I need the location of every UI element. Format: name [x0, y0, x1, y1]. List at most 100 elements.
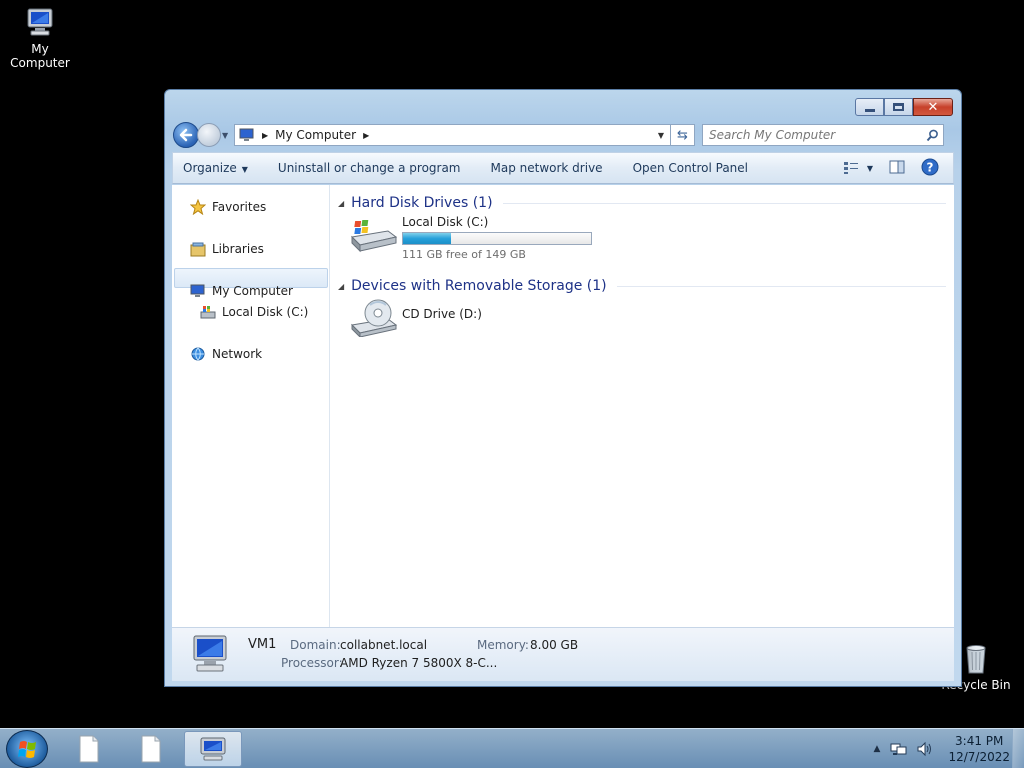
preview-pane-button[interactable]	[889, 160, 905, 177]
breadcrumb-separator-icon[interactable]: ▶	[262, 131, 268, 140]
hard-drive-icon	[350, 220, 398, 253]
navigation-pane: Favorites Libraries My Computer Local Di…	[172, 185, 330, 627]
nav-my-computer-label: My Computer	[212, 284, 293, 298]
close-button[interactable]: ✕	[913, 98, 953, 116]
drive-free-space: 111 GB free of 149 GB	[402, 248, 526, 261]
recycle-bin-icon	[959, 642, 993, 676]
refresh-button[interactable]: ⇆	[671, 124, 695, 146]
back-arrow-icon	[179, 128, 193, 142]
memory-label: Memory:	[477, 638, 529, 652]
taskbar-explorer-window[interactable]	[184, 731, 242, 767]
navigation-bar: ▼ ▶ My Computer ▶ ▼ ⇆	[173, 122, 955, 148]
drive-item-local-disk[interactable]: Local Disk (C:) 111 GB free of 149 GB	[348, 215, 592, 261]
group-header-hard-disk-drives[interactable]: ◢ Hard Disk Drives (1)	[338, 195, 946, 211]
document-icon	[79, 735, 99, 763]
processor-value: AMD Ryzen 7 5800X 8-C...	[340, 656, 498, 670]
nav-local-disk[interactable]: Local Disk (C:)	[200, 304, 308, 320]
recent-pages-dropdown[interactable]: ▼	[222, 131, 232, 140]
computer-icon	[200, 737, 226, 761]
memory-value: 8.00 GB	[530, 638, 579, 652]
nav-my-computer[interactable]: My Computer	[190, 283, 293, 299]
windows-logo-icon	[18, 741, 36, 758]
group-divider	[616, 285, 946, 287]
nav-favorites-label: Favorites	[212, 200, 267, 214]
desktop-icon-label: My Computer	[10, 42, 70, 70]
local-disk-icon	[200, 306, 216, 319]
organize-button[interactable]: Organize ▼	[183, 161, 248, 175]
group-header-label: Devices with Removable Storage (1)	[351, 278, 607, 294]
domain-label: Domain:	[290, 638, 341, 652]
address-dropdown-icon[interactable]: ▼	[652, 131, 670, 140]
drive-usage-bar	[402, 232, 592, 245]
network-status-icon[interactable]	[890, 741, 908, 757]
map-network-drive-button[interactable]: Map network drive	[491, 161, 603, 175]
help-button[interactable]: ?	[921, 158, 939, 179]
document-icon	[141, 735, 161, 763]
show-hidden-icons-button[interactable]: ▲	[874, 744, 881, 754]
nav-favorites[interactable]: Favorites	[190, 199, 266, 215]
preview-pane-icon	[889, 160, 905, 173]
show-desktop-button[interactable]	[1012, 729, 1024, 768]
computer-icon	[23, 6, 57, 40]
computer-name: VM1	[248, 637, 277, 652]
minimize-button[interactable]	[855, 98, 884, 116]
explorer-content: Favorites Libraries My Computer Local Di…	[172, 185, 954, 627]
close-icon: ✕	[927, 99, 939, 115]
maximize-icon	[893, 103, 904, 111]
search-input[interactable]	[709, 128, 926, 142]
drive-item-cd-drive[interactable]: CD Drive (D:)	[348, 297, 482, 337]
address-bar[interactable]: ▶ My Computer ▶ ▼	[234, 124, 671, 146]
search-icon	[926, 129, 938, 141]
nav-libraries-label: Libraries	[212, 242, 264, 256]
view-controls: ▼ ?	[827, 158, 939, 179]
open-control-panel-button[interactable]: Open Control Panel	[633, 161, 748, 175]
taskbar: ▲ 3:41 PM 12/7/2022	[0, 728, 1024, 768]
details-pane: VM1 Domain: collabnet.local Memory: 8.00…	[172, 627, 954, 681]
domain-value: collabnet.local	[340, 638, 428, 652]
breadcrumb-my-computer[interactable]: My Computer	[275, 128, 356, 142]
explorer-window: ✕ ▼ ▶ My Computer ▶ ▼ ⇆ Organize ▼ Uninst…	[164, 89, 962, 687]
drive-name: CD Drive (D:)	[402, 307, 482, 321]
chevron-down-icon: ▼	[866, 163, 873, 173]
clock-date: 12/7/2022	[948, 750, 1010, 764]
back-button[interactable]	[173, 122, 199, 148]
search-box[interactable]	[702, 124, 944, 146]
help-icon: ?	[921, 158, 939, 175]
drive-usage-fill	[403, 233, 451, 244]
clock-time: 3:41 PM	[955, 734, 1004, 748]
taskbar-document-1[interactable]	[60, 731, 118, 767]
svg-text:?: ?	[927, 160, 934, 174]
breadcrumb-separator-icon[interactable]: ▶	[363, 131, 369, 140]
caption-buttons: ✕	[855, 98, 953, 116]
organize-label: Organize	[183, 161, 237, 175]
cd-drive-icon	[350, 299, 398, 337]
clock[interactable]: 3:41 PM 12/7/2022	[948, 733, 1010, 765]
star-icon	[190, 199, 206, 215]
nav-network-label: Network	[212, 347, 263, 361]
nav-libraries[interactable]: Libraries	[190, 241, 264, 257]
forward-button[interactable]	[197, 123, 221, 147]
volume-icon[interactable]	[916, 741, 934, 757]
desktop-icon-my-computer[interactable]: My Computer	[0, 6, 80, 70]
nav-network[interactable]: Network	[190, 346, 262, 362]
taskbar-document-2[interactable]	[122, 731, 180, 767]
network-icon	[191, 347, 205, 361]
computer-icon	[193, 635, 227, 672]
minimize-icon	[864, 108, 875, 112]
computer-icon	[239, 128, 254, 141]
start-button[interactable]	[6, 730, 48, 768]
uninstall-program-button[interactable]: Uninstall or change a program	[278, 161, 461, 175]
group-header-removable-storage[interactable]: ◢ Devices with Removable Storage (1)	[338, 278, 946, 294]
collapse-triangle-icon[interactable]: ◢	[338, 282, 344, 291]
system-tray: ▲ 3:41 PM 12/7/2022	[874, 729, 1010, 768]
group-divider	[502, 202, 946, 204]
refresh-icon: ⇆	[677, 127, 688, 143]
maximize-button[interactable]	[884, 98, 913, 116]
view-options-icon	[843, 162, 858, 174]
nav-local-disk-label: Local Disk (C:)	[222, 305, 309, 319]
libraries-icon	[190, 242, 206, 257]
collapse-triangle-icon[interactable]: ◢	[338, 199, 344, 208]
group-header-label: Hard Disk Drives (1)	[351, 195, 493, 211]
change-view-button[interactable]: ▼	[843, 161, 873, 175]
drive-name: Local Disk (C:)	[402, 215, 489, 229]
